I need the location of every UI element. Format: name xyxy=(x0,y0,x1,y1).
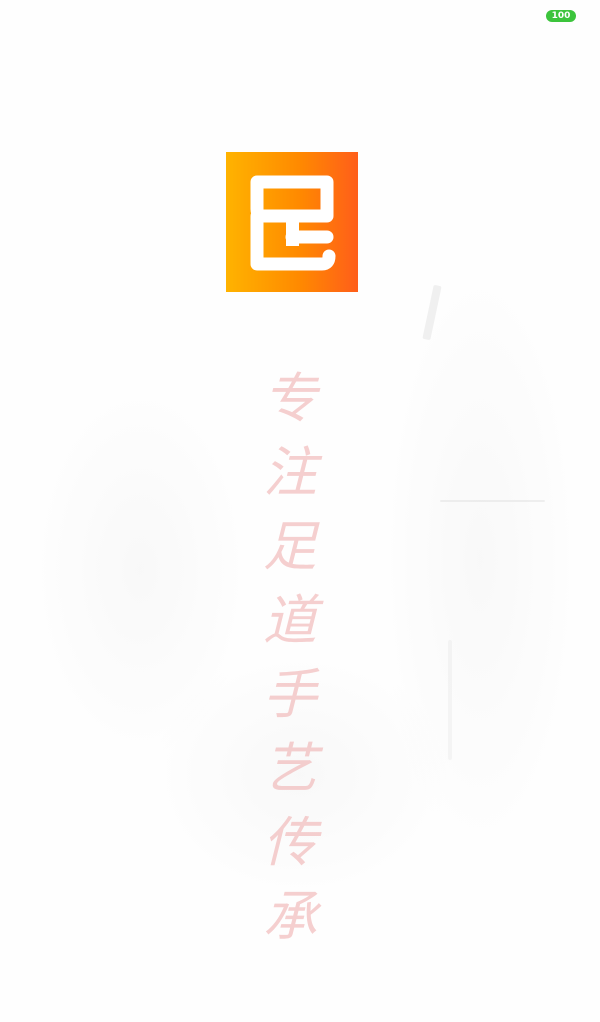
slogan-char: 艺 xyxy=(263,737,317,800)
slogan-char: 承 xyxy=(263,885,317,948)
battery-indicator: 100 xyxy=(546,10,576,22)
slogan-char: 专 xyxy=(263,367,317,430)
slogan-char: 道 xyxy=(263,589,317,652)
app-logo-icon xyxy=(226,152,358,292)
ink-stroke xyxy=(448,640,452,760)
slogan-char: 传 xyxy=(263,811,317,874)
slogan-char: 足 xyxy=(263,515,317,578)
splash-screen: 100 专 注 足 道 手 艺 传 承 xyxy=(0,0,600,1022)
ink-stroke xyxy=(440,500,545,502)
slogan-char: 手 xyxy=(263,663,317,726)
slogan-vertical-text: 专 注 足 道 手 艺 传 承 xyxy=(250,362,330,954)
slogan-char: 注 xyxy=(263,441,317,504)
